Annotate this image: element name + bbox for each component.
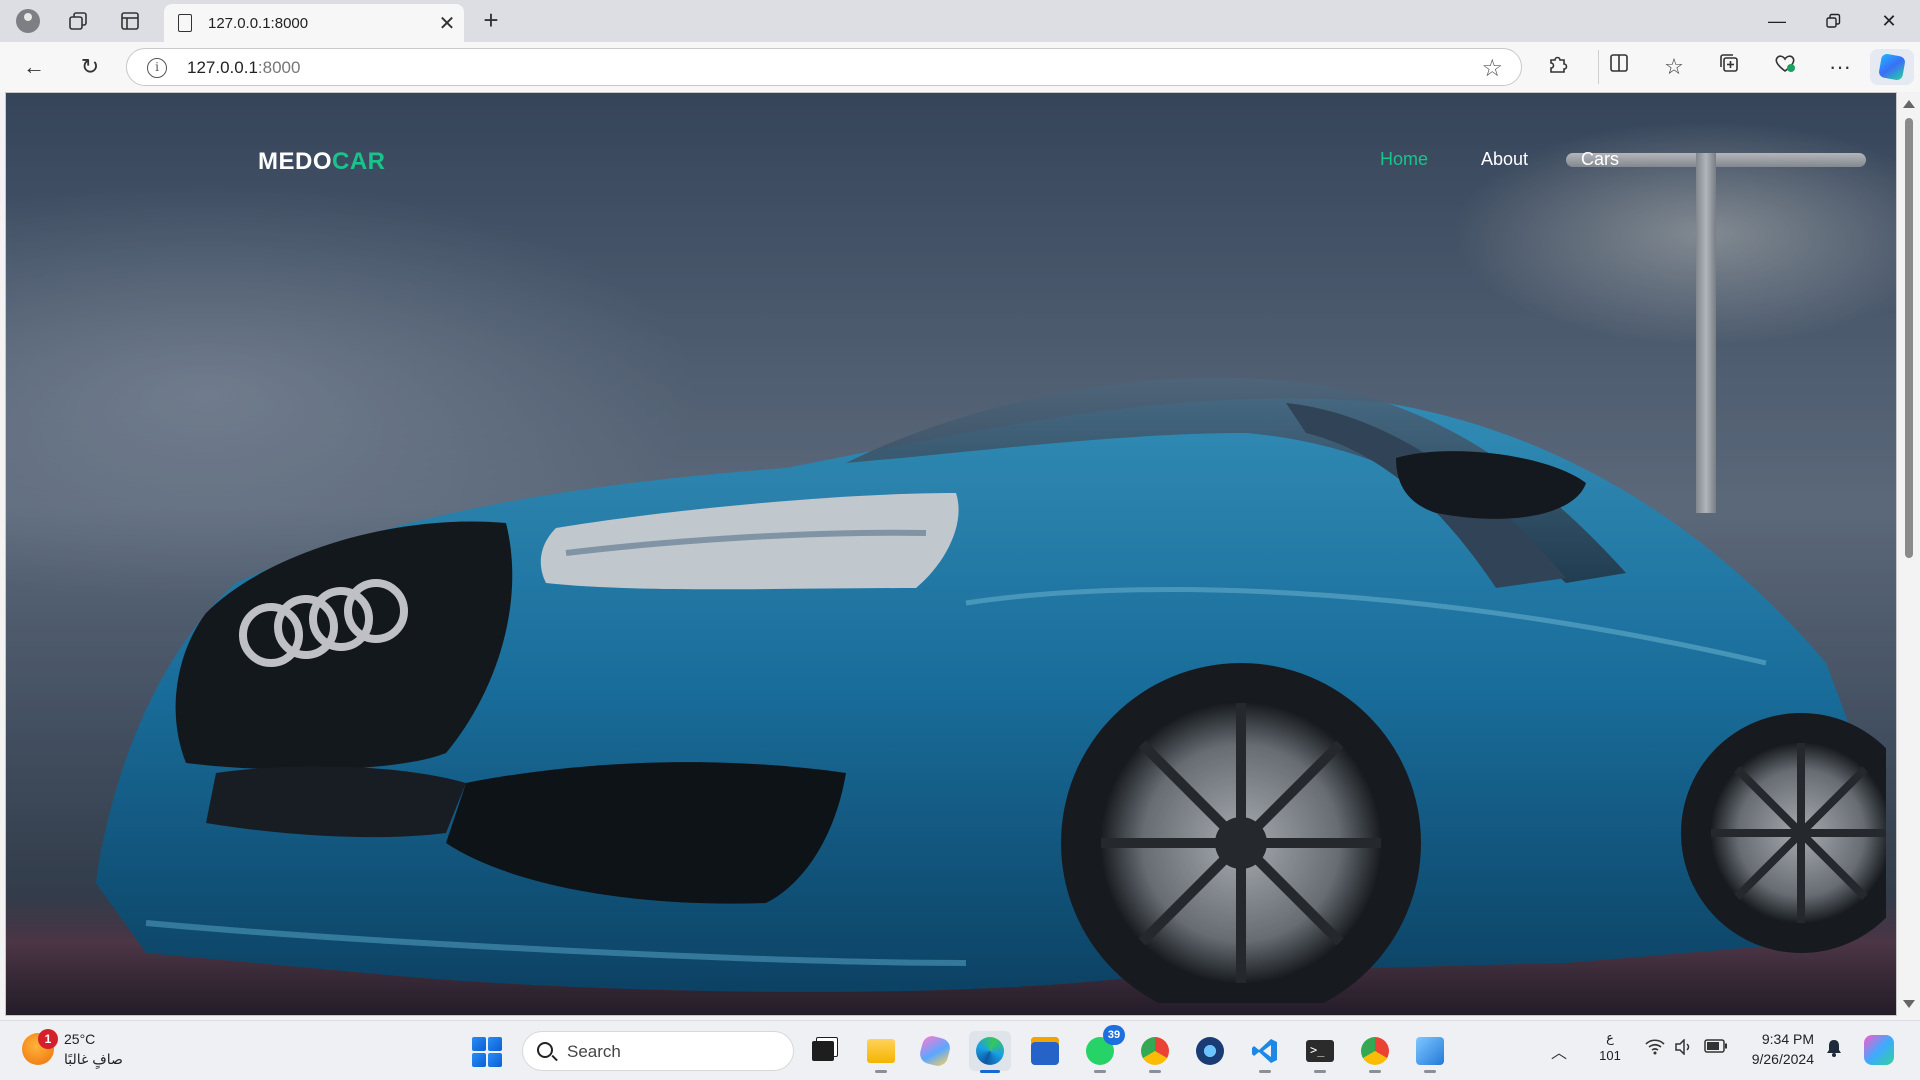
chevron-up-icon[interactable]: ︿ [1551, 1039, 1567, 1063]
volume-icon[interactable] [1674, 1038, 1694, 1060]
close-icon[interactable]: ✕ [430, 11, 464, 36]
photos-icon[interactable] [1409, 1031, 1451, 1073]
battery-icon[interactable] [1704, 1039, 1728, 1058]
more-icon[interactable]: ··· [1820, 50, 1860, 84]
window-close-icon[interactable]: ✕ [1862, 6, 1916, 36]
copilot-icon[interactable] [1870, 49, 1914, 85]
site-logo[interactable]: MEDOCAR [258, 148, 386, 176]
browser-essentials-icon[interactable] [1765, 50, 1805, 84]
whatsapp-icon[interactable]: 39 [1079, 1025, 1125, 1073]
info-icon[interactable]: i [147, 58, 167, 78]
refresh-icon[interactable]: ↻ [72, 50, 108, 84]
minimize-icon[interactable]: — [1750, 6, 1804, 36]
browser-titlebar: 127.0.0.1:8000 ✕ + — ✕ [0, 0, 1920, 42]
page-viewport: MEDOCAR Home About Cars [5, 92, 1897, 1016]
vscode-icon[interactable] [1244, 1031, 1286, 1073]
scroll-down-icon[interactable] [1903, 1000, 1915, 1008]
bell-icon[interactable] [1826, 1039, 1842, 1057]
workspaces-icon[interactable] [62, 6, 94, 36]
windows-start-icon[interactable] [472, 1037, 502, 1067]
scroll-thumb[interactable] [1905, 118, 1913, 558]
taskbar: 1 25°C صافٍ غالبًا Search 39 >_ ︿ ع 101 … [0, 1020, 1920, 1080]
weather-desc[interactable]: صافٍ غالبًا [64, 1051, 123, 1068]
collections-icon[interactable] [1709, 50, 1749, 84]
weather-temp[interactable]: 25°C [64, 1031, 95, 1047]
copilot-tray-icon[interactable] [1864, 1035, 1894, 1065]
terminal-icon[interactable]: >_ [1299, 1031, 1341, 1073]
weather-badge: 1 [38, 1029, 58, 1049]
split-screen-icon[interactable] [1598, 50, 1638, 84]
restore-icon[interactable] [1806, 6, 1860, 36]
nav-cars[interactable]: Cars [1581, 149, 1619, 170]
clock-date[interactable]: 9/26/2024 [1732, 1051, 1814, 1067]
clock-time[interactable]: 9:34 PM [1742, 1031, 1814, 1047]
chrome-icon[interactable] [1134, 1031, 1176, 1073]
store-icon[interactable] [1024, 1031, 1066, 1071]
edge-icon[interactable] [969, 1031, 1011, 1073]
wifi-icon[interactable] [1645, 1039, 1665, 1060]
file-explorer-icon[interactable] [860, 1031, 902, 1073]
doc-icon [178, 14, 192, 32]
copilot-app-icon[interactable] [914, 1031, 956, 1071]
whatsapp-badge: 39 [1103, 1025, 1125, 1045]
tab-title: 127.0.0.1:8000 [208, 14, 309, 32]
plus-icon[interactable]: + [474, 6, 508, 36]
back-icon[interactable]: ← [16, 50, 52, 84]
hero-overlay [6, 93, 1896, 1015]
browser-toolbar: ← ↻ i 127.0.0.1:8000 ☆ ☆ ··· [0, 42, 1920, 92]
address-bar[interactable]: i 127.0.0.1:8000 ☆ [126, 48, 1522, 86]
scroll-up-icon[interactable] [1903, 100, 1915, 108]
chrome-profile-icon[interactable] [1354, 1031, 1396, 1073]
task-view-icon[interactable] [802, 1031, 844, 1071]
star-icon[interactable]: ☆ [1481, 54, 1503, 83]
nav-about[interactable]: About [1481, 149, 1528, 170]
nav-home[interactable]: Home [1380, 149, 1428, 170]
page-scrollbar[interactable] [1897, 92, 1920, 1016]
url-text[interactable]: 127.0.0.1:8000 [187, 58, 300, 78]
vertical-tabs-icon[interactable] [114, 6, 146, 36]
language-indicator[interactable]: ع 101 [1598, 1029, 1622, 1065]
browser-tab[interactable]: 127.0.0.1:8000 ✕ [164, 4, 464, 42]
extensions-icon[interactable] [1538, 50, 1578, 84]
search-icon [537, 1042, 553, 1058]
taskbar-search[interactable]: Search [522, 1031, 794, 1071]
profile-icon[interactable] [12, 6, 44, 36]
search-label: Search [567, 1042, 621, 1061]
davinci-icon[interactable] [1189, 1031, 1231, 1071]
favorites-icon[interactable]: ☆ [1654, 50, 1694, 84]
